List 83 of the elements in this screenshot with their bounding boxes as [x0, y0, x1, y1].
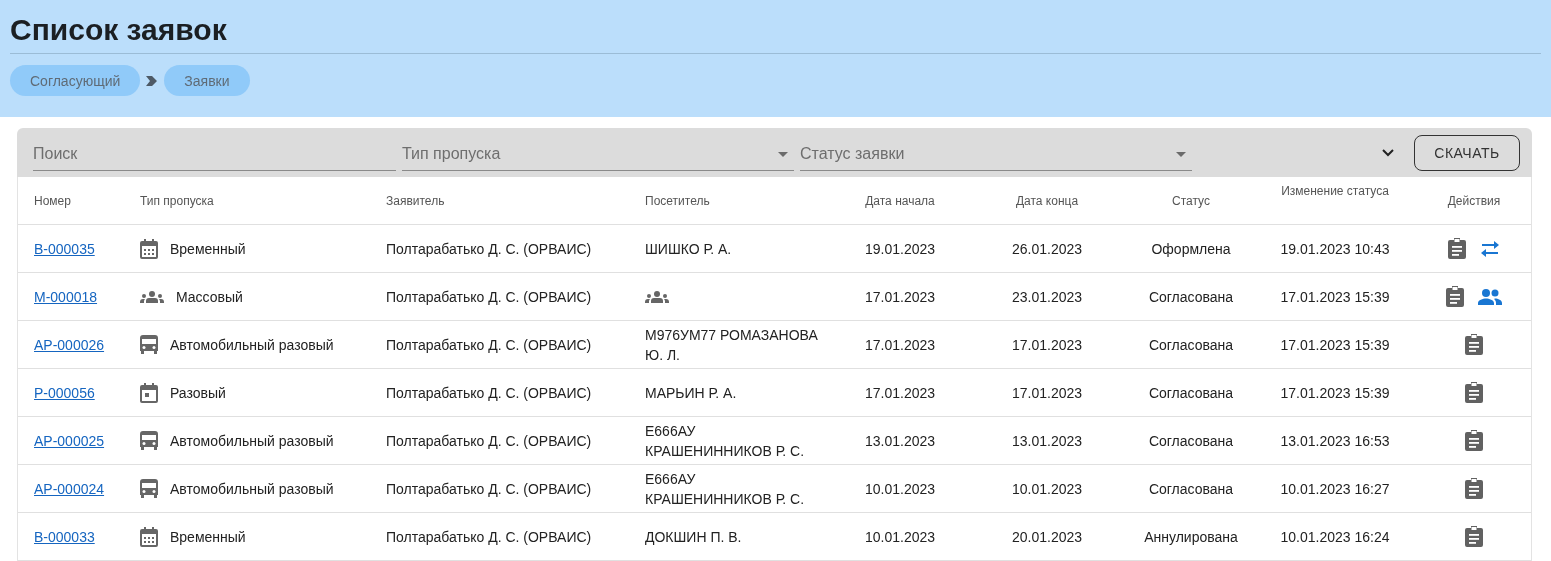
- status-select[interactable]: Статус заявки: [800, 138, 1192, 171]
- request-number-link[interactable]: АР-000024: [34, 480, 105, 497]
- status-change-time-text: 17.01.2023 15:39: [1280, 383, 1390, 403]
- end-date-text: 17.01.2023: [1011, 335, 1083, 355]
- pass-type-text: Временный: [170, 527, 246, 547]
- pass-type-text: Массовый: [176, 287, 243, 307]
- column-header: Заявитель: [386, 193, 445, 208]
- column-header: Тип пропуска: [140, 193, 214, 208]
- calendar-icon: [140, 382, 158, 403]
- bus-icon: [140, 334, 158, 355]
- breadcrumb-chevron-icon: [146, 75, 159, 86]
- request-number-link[interactable]: АР-000025: [34, 432, 105, 449]
- request-number-link[interactable]: В-000033: [34, 528, 95, 545]
- column-header: Изменение статуса: [1281, 184, 1389, 198]
- applicant-text: Полтарабатько Д. С. (ОРВАИС): [386, 383, 592, 403]
- column-header: Номер: [34, 193, 71, 208]
- search-field[interactable]: Поиск: [33, 138, 396, 171]
- pass-type-text: Временный: [170, 239, 246, 259]
- end-date-text: 23.01.2023: [1011, 287, 1083, 307]
- status-change-time-text: 17.01.2023 15:39: [1280, 287, 1390, 307]
- status-text: Согласована: [1148, 431, 1234, 451]
- visitor-text: МАРЬИН Р. А.: [645, 383, 737, 403]
- start-date-text: 17.01.2023: [864, 335, 936, 355]
- column-header: Статус: [1172, 193, 1210, 208]
- status-text: Аннулирована: [1144, 527, 1238, 547]
- applicant-text: Полтарабатько Д. С. (ОРВАИС): [386, 287, 592, 307]
- status-text: Оформлена: [1151, 239, 1231, 259]
- start-date-text: 17.01.2023: [864, 287, 936, 307]
- applicant-text: Полтарабатько Д. С. (ОРВАИС): [386, 239, 592, 259]
- status-change-time-text: 10.01.2023 16:27: [1280, 479, 1390, 499]
- end-date-text: 10.01.2023: [1011, 479, 1083, 499]
- start-date-text: 10.01.2023: [864, 527, 936, 547]
- status-change-time-text: 19.01.2023 10:43: [1280, 239, 1390, 259]
- status-text: Согласована: [1148, 383, 1234, 403]
- start-date-text: 17.01.2023: [864, 383, 936, 403]
- pass-type-text: Автомобильный разовый: [170, 479, 334, 499]
- status-text: Согласована: [1148, 287, 1234, 307]
- visitor-text: ДОКШИН П. В.: [645, 527, 742, 547]
- status-change-time-text: 10.01.2023 16:24: [1280, 527, 1390, 547]
- end-date-text: 26.01.2023: [1011, 239, 1083, 259]
- start-date-text: 13.01.2023: [864, 431, 936, 451]
- people-icon: [645, 290, 669, 303]
- dropdown-caret-icon: [778, 151, 788, 157]
- status-text: Согласована: [1148, 335, 1234, 355]
- pass-type-select[interactable]: Тип пропуска: [402, 138, 794, 171]
- calendar-icon: [140, 526, 158, 547]
- column-header: Дата начала: [865, 193, 935, 208]
- end-date-text: 20.01.2023: [1011, 527, 1083, 547]
- visitor-text: ШИШКО Р. А.: [645, 239, 732, 259]
- visitor-text: М976УМ77 РОМАЗАНОВА Ю. Л.: [645, 325, 818, 365]
- end-date-text: 17.01.2023: [1011, 383, 1083, 403]
- status-change-time-text: 13.01.2023 16:53: [1280, 431, 1390, 451]
- column-header: Действия: [1447, 193, 1501, 208]
- applicant-text: Полтарабатько Д. С. (ОРВАИС): [386, 335, 592, 355]
- breadcrumb-link[interactable]: Согласующий: [10, 65, 141, 96]
- start-date-text: 10.01.2023: [864, 479, 936, 499]
- pass-type-text: Автомобильный разовый: [170, 335, 334, 355]
- applicant-text: Полтарабатько Д. С. (ОРВАИС): [386, 431, 592, 451]
- request-number-link[interactable]: М-000018: [34, 288, 98, 305]
- dropdown-caret-icon: [1176, 151, 1186, 157]
- applicant-text: Полтарабатько Д. С. (ОРВАИС): [386, 527, 592, 547]
- pass-type-text: Разовый: [170, 383, 226, 403]
- visitor-text: Е666АУ КРАШЕНИННИКОВ Р. С.: [645, 421, 805, 461]
- request-number-link[interactable]: Р-000056: [34, 384, 95, 401]
- bus-icon: [140, 478, 158, 499]
- breadcrumb-link[interactable]: Заявки: [164, 65, 250, 96]
- bus-icon: [140, 430, 158, 451]
- page-title: Список заявок: [10, 12, 227, 48]
- status-change-time-text: 17.01.2023 15:39: [1280, 335, 1390, 355]
- end-date-text: 13.01.2023: [1011, 431, 1083, 451]
- column-header: Дата конца: [1015, 193, 1079, 208]
- visitor-text: Е666АУ КРАШЕНИННИКОВ Р. С.: [645, 469, 805, 509]
- column-header: Посетитель: [645, 193, 710, 208]
- pass-type-text: Автомобильный разовый: [170, 431, 334, 451]
- applicant-text: Полтарабатько Д. С. (ОРВАИС): [386, 479, 592, 499]
- people-icon: [140, 290, 164, 303]
- calendar-icon: [140, 238, 158, 259]
- expand-chevron-icon[interactable]: [1382, 148, 1394, 157]
- request-number-link[interactable]: АР-000026: [34, 336, 105, 353]
- start-date-text: 19.01.2023: [864, 239, 936, 259]
- status-text: Согласована: [1148, 479, 1234, 499]
- request-number-link[interactable]: В-000035: [34, 240, 95, 257]
- download-button[interactable]: СКАЧАТЬ: [1414, 134, 1520, 171]
